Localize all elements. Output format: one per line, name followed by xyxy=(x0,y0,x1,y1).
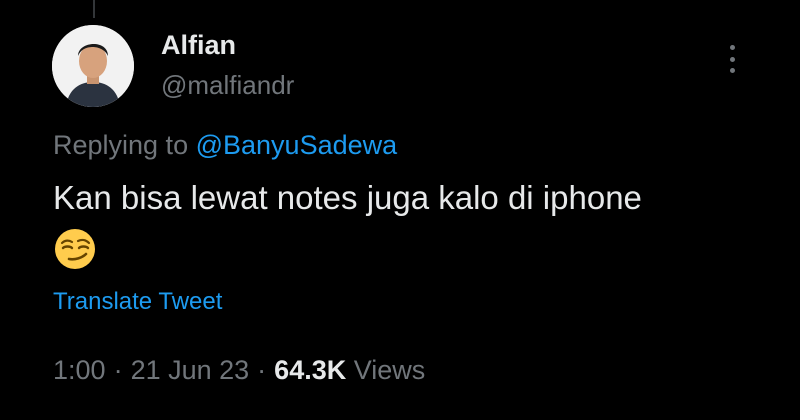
smirk-emoji-icon xyxy=(53,227,97,271)
tweet-time[interactable]: 1:00 xyxy=(53,355,106,385)
tweet-text: Kan bisa lewat notes juga kalo di iphone xyxy=(53,179,642,216)
more-vertical-icon xyxy=(729,45,735,50)
more-vertical-icon-dot xyxy=(729,56,735,62)
replying-to-prefix: Replying to xyxy=(53,130,189,160)
avatar-image xyxy=(52,25,134,107)
author-avatar[interactable] xyxy=(52,25,134,107)
meta-separator: · xyxy=(113,355,123,385)
views-count[interactable]: 64.3K xyxy=(274,355,346,385)
replying-to-line: Replying to @BanyuSadewa xyxy=(53,130,397,161)
author-display-name[interactable]: Alfian xyxy=(161,30,236,61)
more-options-button[interactable] xyxy=(719,42,745,76)
more-vertical-icon-dot xyxy=(729,68,735,73)
tweet-meta: 1:00 · 21 Jun 23 · 64.3K Views xyxy=(53,355,425,386)
thread-connector-line xyxy=(93,0,95,18)
tweet-date[interactable]: 21 Jun 23 xyxy=(131,355,250,385)
views-label[interactable]: Views xyxy=(354,355,426,385)
author-handle[interactable]: @malfiandr xyxy=(161,70,294,101)
meta-separator: · xyxy=(257,355,267,385)
translate-tweet-link[interactable]: Translate Tweet xyxy=(53,288,222,316)
replying-to-mention[interactable]: @BanyuSadewa xyxy=(196,130,398,160)
